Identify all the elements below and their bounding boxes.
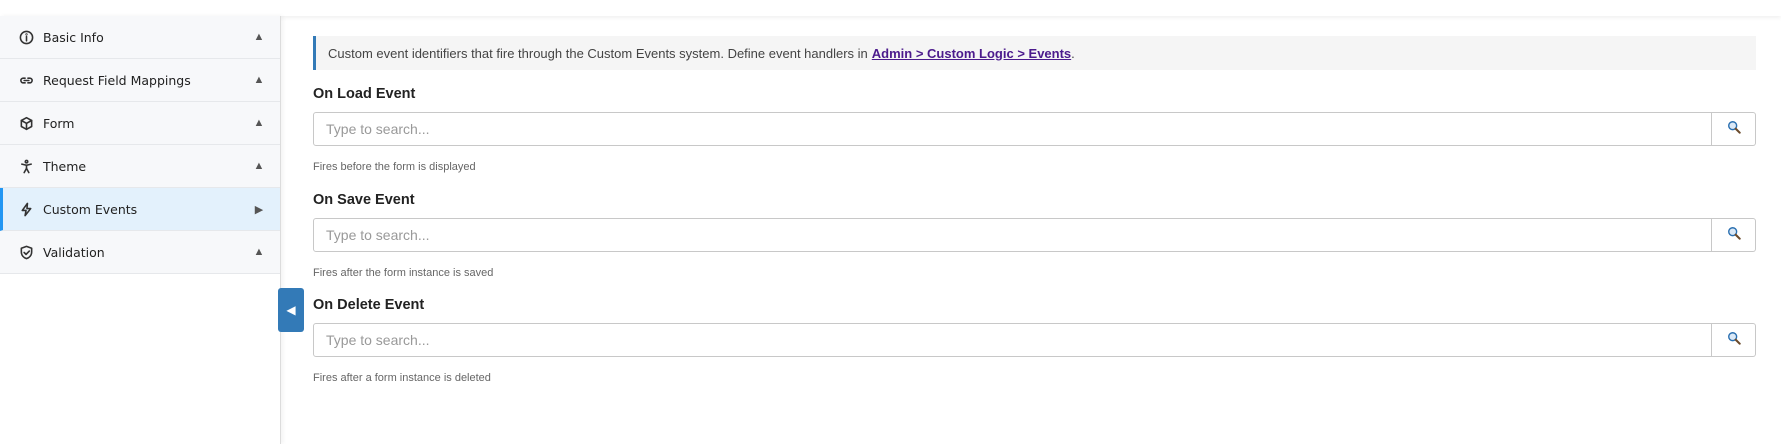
search-icon (1727, 120, 1741, 139)
sidebar-item-request-field-mappings[interactable]: Request Field Mappings ▲ (0, 59, 280, 102)
info-callout: Custom event identifiers that fire throu… (313, 36, 1756, 70)
on-delete-event-search (313, 323, 1756, 357)
help-text: Fires before the form is displayed (313, 161, 476, 173)
on-delete-help: Fires after a form instance is deleted (313, 372, 1756, 384)
on-save-event-group: On Save Event (313, 192, 1756, 208)
top-bar (0, 0, 1781, 16)
cube-icon (18, 115, 34, 131)
sidebar-item-label: Form (43, 115, 75, 131)
on-load-event-group: On Load Event (313, 86, 1756, 102)
help-text: Fires after the form instance is saved (313, 267, 494, 279)
caret-up-icon: ▲ (253, 31, 265, 43)
on-load-search-button[interactable] (1712, 112, 1756, 146)
link-icon (18, 72, 34, 88)
chevron-left-icon: ◀ (286, 303, 296, 317)
sidebar-item-basic-info[interactable]: Basic Info ▲ (0, 16, 280, 59)
on-save-search-button[interactable] (1712, 218, 1756, 252)
collapse-sidebar-button[interactable]: ◀ (278, 288, 304, 332)
field-label: On Save Event (313, 192, 415, 208)
shield-check-icon (18, 244, 34, 260)
field-label: On Delete Event (313, 297, 425, 313)
on-load-help: Fires before the form is displayed (313, 161, 1756, 173)
on-save-help: Fires after the form instance is saved (313, 267, 1756, 279)
field-label: On Load Event (313, 86, 416, 102)
bolt-icon (18, 201, 34, 217)
on-load-event-search (313, 112, 1756, 146)
sidebar: Basic Info ▲ Request Field Mappings ▲ Fo… (0, 16, 281, 444)
sidebar-item-custom-events[interactable]: Custom Events ▶ (0, 188, 280, 231)
search-icon (1727, 331, 1741, 350)
caret-up-icon: ▲ (253, 117, 265, 129)
search-icon (1727, 226, 1741, 245)
sidebar-item-label: Request Field Mappings (43, 72, 191, 88)
sidebar-item-label: Basic Info (43, 29, 104, 45)
sidebar-item-theme[interactable]: Theme ▲ (0, 145, 280, 188)
caret-up-icon: ▲ (253, 74, 265, 86)
caret-up-icon: ▲ (253, 246, 265, 258)
on-delete-event-group: On Delete Event (313, 297, 1756, 313)
info-circle-icon (18, 29, 34, 45)
sidebar-item-label: Theme (43, 158, 87, 174)
caret-right-icon: ▶ (254, 203, 264, 216)
info-text: Custom event identifiers that fire throu… (328, 45, 868, 61)
sidebar-item-label: Custom Events (43, 201, 138, 217)
accessibility-icon (18, 158, 34, 174)
sidebar-item-label: Validation (43, 244, 105, 260)
on-save-event-input[interactable] (313, 218, 1712, 252)
events-admin-link[interactable]: Admin > Custom Logic > Events (872, 46, 1071, 61)
sidebar-item-form[interactable]: Form ▲ (0, 102, 280, 145)
info-suffix: . (1071, 45, 1075, 61)
on-delete-event-input[interactable] (313, 323, 1712, 357)
on-delete-search-button[interactable] (1712, 323, 1756, 357)
sidebar-item-validation[interactable]: Validation ▲ (0, 231, 280, 274)
on-load-event-input[interactable] (313, 112, 1712, 146)
on-save-event-search (313, 218, 1756, 252)
caret-up-icon: ▲ (253, 160, 265, 172)
help-text: Fires after a form instance is deleted (313, 372, 491, 384)
main-content: Custom event identifiers that fire throu… (313, 36, 1756, 384)
